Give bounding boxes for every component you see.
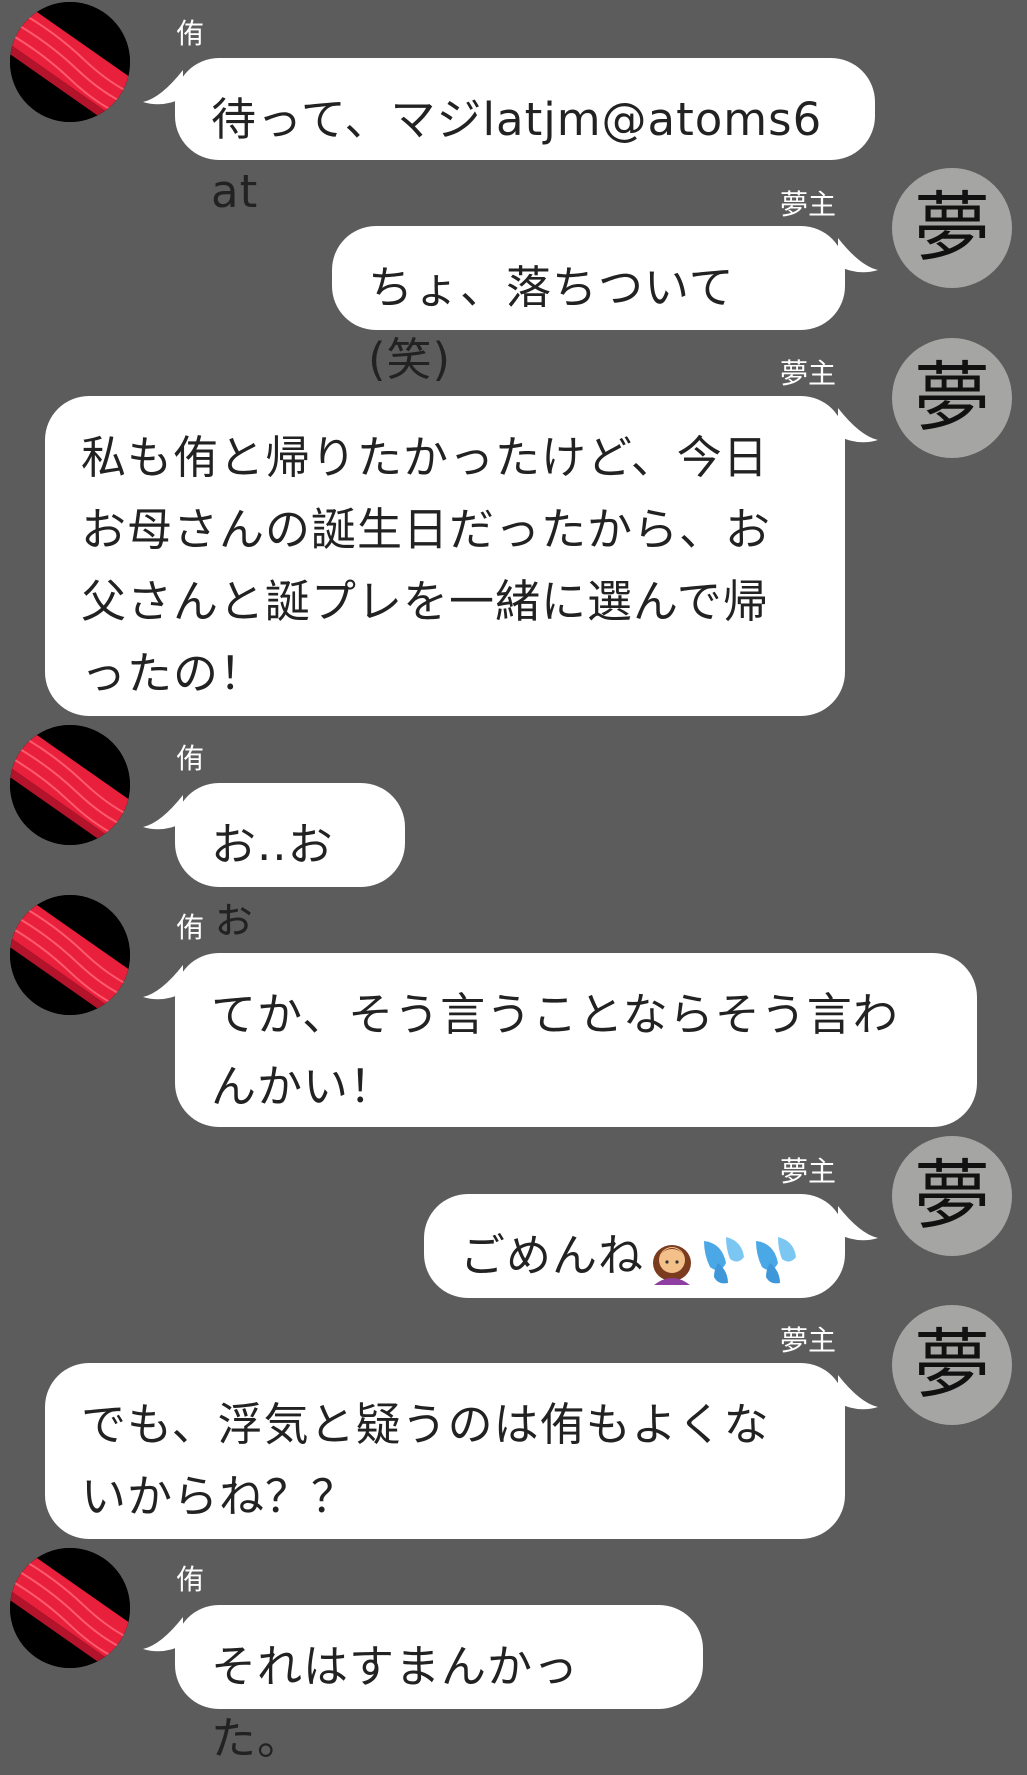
sender-name: 夢主 <box>780 357 837 390</box>
message-bubble[interactable]: お..おぉ <box>175 783 405 943</box>
sender-name: 夢主 <box>780 1155 837 1188</box>
sender-name: 侑 <box>176 911 205 944</box>
message-text: ごめんね <box>460 1229 645 1282</box>
yume-avatar[interactable]: 夢 <box>892 1305 1012 1425</box>
sender-name: 侑 <box>176 742 205 775</box>
message-bubble[interactable]: 私も侑と帰りたかったけど、今日お母さんの誕生日だったから、お父さんと誕プレを一緒… <box>45 396 845 716</box>
tuna-avatar-icon[interactable] <box>10 895 130 1015</box>
message-bubble[interactable]: てか、そう言うことならそう言わんかい！ <box>175 953 977 1127</box>
sweat-droplets-icon <box>704 1237 797 1284</box>
tuna-avatar-icon[interactable] <box>10 1548 130 1668</box>
yume-avatar[interactable]: 夢 <box>892 338 1012 458</box>
yume-avatar[interactable]: 夢 <box>892 168 1012 288</box>
sender-name: 侑 <box>176 1563 205 1596</box>
sender-name: 侑 <box>176 17 205 50</box>
yume-avatar[interactable]: 夢 <box>892 1136 1012 1256</box>
message-bubble[interactable]: ちょ、落ちついて(笑) <box>332 226 845 386</box>
sender-name: 夢主 <box>780 188 837 221</box>
tuna-avatar-icon[interactable] <box>10 725 130 845</box>
message-bubble[interactable]: ごめんね <box>424 1194 845 1298</box>
message-bubble[interactable]: それはすまんかった。 <box>175 1605 703 1765</box>
person-bowing-icon <box>653 1245 692 1285</box>
tuna-avatar-icon[interactable] <box>10 2 130 122</box>
message-bubble[interactable]: 待って、マジlatjm@atoms6at <box>175 58 875 218</box>
message-bubble[interactable]: でも、浮気と疑うのは侑もよくないからね？？ <box>45 1363 845 1539</box>
sender-name: 夢主 <box>780 1324 837 1357</box>
